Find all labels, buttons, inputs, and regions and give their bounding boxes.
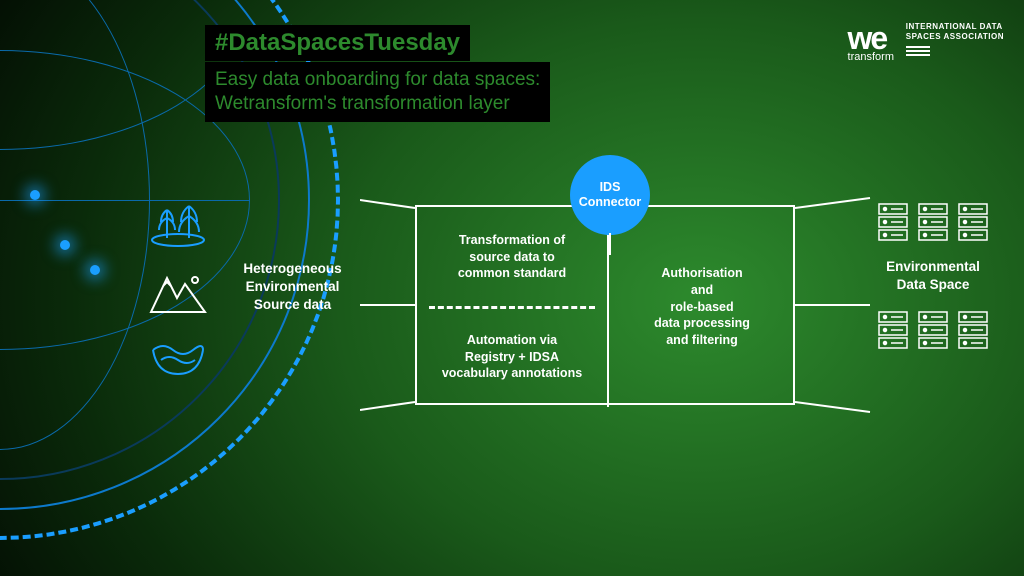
waves-icon <box>147 336 209 386</box>
subtitle-line1: Easy data onboarding for data spaces: <box>215 69 540 90</box>
mountains-icon <box>147 268 209 318</box>
server-icon <box>957 202 989 242</box>
ids-connector-badge: IDS Connector <box>570 155 650 235</box>
cell-authorisation: Authorisationandrole-baseddata processin… <box>607 207 797 407</box>
connector-line2: Connector <box>579 195 642 210</box>
server-row-bottom <box>868 310 998 350</box>
subtitle-line2: Wetransform's transformation layer <box>215 93 510 114</box>
subtitle: Easy data onboarding for data spaces: We… <box>205 62 550 122</box>
server-icon <box>877 310 909 350</box>
cell-transformation: Transformation ofsource data tocommon st… <box>417 207 607 307</box>
server-icon <box>877 202 909 242</box>
left-converge-lines <box>360 190 420 420</box>
server-row-top <box>868 202 998 242</box>
idsa-line1: INTERNATIONAL DATA <box>906 22 1004 32</box>
right-converge-lines <box>795 190 875 420</box>
wetransform-word: transform <box>848 51 894 63</box>
wetransform-logo: we transform <box>848 20 894 63</box>
transformation-box: Transformation ofsource data tocommon st… <box>415 205 795 405</box>
hashtag-title: #DataSpacesTuesday <box>205 25 470 61</box>
cell-automation: Automation viaRegistry + IDSAvocabulary … <box>417 307 607 407</box>
source-icons <box>130 200 225 386</box>
trees-icon <box>147 200 209 250</box>
server-icon <box>917 310 949 350</box>
server-icon <box>917 202 949 242</box>
server-icon <box>957 310 989 350</box>
source-data-label: HeterogeneousEnvironmentalSource data <box>225 260 360 315</box>
data-space-label: EnvironmentalData Space <box>868 258 998 294</box>
connector-line1: IDS <box>600 180 621 195</box>
idsa-line2: SPACES ASSOCIATION <box>906 32 1004 42</box>
data-space-servers: EnvironmentalData Space <box>868 202 998 350</box>
architecture-diagram: HeterogeneousEnvironmentalSource data Tr… <box>130 190 1000 520</box>
idsa-logo: INTERNATIONAL DATA SPACES ASSOCIATION <box>906 22 1004 56</box>
